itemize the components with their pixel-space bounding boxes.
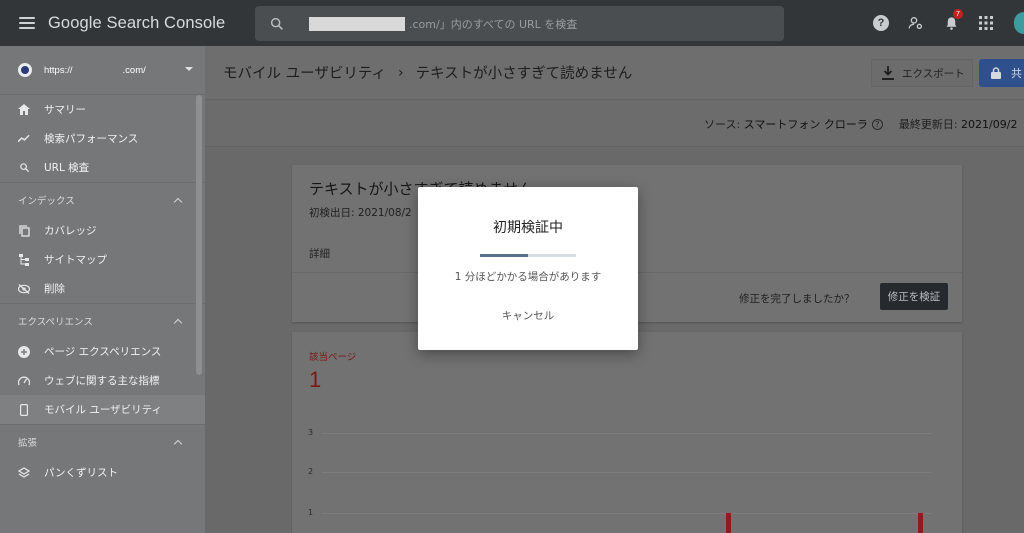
page-header: モバイル ユーザビリティ › テキストが小さすぎて読めません エクスポート 共 bbox=[205, 46, 1024, 100]
menu-icon[interactable] bbox=[19, 17, 35, 29]
visibility-off-icon bbox=[18, 283, 30, 295]
download-icon bbox=[882, 66, 894, 80]
gridline bbox=[322, 433, 932, 434]
app-title[interactable]: Google Search Console bbox=[48, 14, 225, 33]
sidebar-item-mobile-usability[interactable]: モバイル ユーザビリティ bbox=[0, 395, 205, 424]
property-icon bbox=[18, 63, 32, 77]
manage-accounts-icon[interactable] bbox=[906, 13, 926, 33]
layers-icon bbox=[18, 466, 30, 479]
redacted-domain bbox=[309, 16, 405, 31]
search-input-text[interactable]: .com/」内のすべての URL を検査 bbox=[409, 16, 577, 32]
chart-bar[interactable] bbox=[918, 513, 923, 533]
breadcrumb: モバイル ユーザビリティ › テキストが小さすぎて読めません bbox=[223, 62, 632, 83]
source-info: ソース: スマートフォン クローラ ? 最終更新日: 2021/09/2 bbox=[704, 117, 1018, 132]
notification-badge: 7 bbox=[953, 9, 963, 19]
chevron-up-icon bbox=[173, 439, 183, 448]
sidebar-item-breadcrumbs[interactable]: パンくずリスト bbox=[0, 458, 205, 487]
sidebar-item-performance[interactable]: 検索パフォーマンス bbox=[0, 124, 205, 153]
help-icon[interactable]: ? bbox=[871, 13, 891, 33]
sitemap-icon bbox=[18, 253, 30, 266]
affected-pages-label: 該当ページ bbox=[309, 352, 357, 363]
first-detected: 初検出日: 2021/08/2 bbox=[309, 207, 412, 219]
copy-icon bbox=[18, 224, 30, 237]
search-icon bbox=[270, 17, 283, 30]
cancel-button[interactable]: キャンセル bbox=[418, 308, 638, 323]
add-circle-icon bbox=[18, 345, 30, 358]
avatar[interactable] bbox=[1014, 12, 1024, 34]
chevron-right-icon: › bbox=[397, 64, 404, 81]
page-title: テキストが小さすぎて読めません bbox=[415, 66, 633, 82]
sidebar-item-sitemaps[interactable]: サイトマップ bbox=[0, 245, 205, 274]
search-icon bbox=[18, 162, 30, 174]
section-index[interactable]: インデックス bbox=[0, 182, 205, 216]
validate-question: 修正を完了しましたか？ bbox=[739, 293, 855, 305]
progress-bar bbox=[480, 254, 576, 257]
sidebar: https://.com/ サマリー 検索パフォーマンス URL 検査 インデッ… bbox=[0, 46, 205, 533]
gridline bbox=[322, 472, 932, 473]
gridline bbox=[322, 513, 932, 514]
validation-dialog: 初期検証中 1 分ほどかかる場合があります キャンセル bbox=[418, 187, 638, 350]
progress-fill bbox=[480, 254, 528, 257]
sidebar-item-coverage[interactable]: カバレッジ bbox=[0, 216, 205, 245]
source-bar: ソース: スマートフォン クローラ ? 最終更新日: 2021/09/2 bbox=[205, 101, 1024, 147]
sidebar-item-removals[interactable]: 削除 bbox=[0, 274, 205, 303]
y-tick: 2 bbox=[308, 467, 314, 476]
dialog-note: 1 分ほどかかる場合があります bbox=[454, 271, 602, 283]
bell-icon[interactable]: 7 bbox=[941, 9, 963, 33]
breadcrumb-parent[interactable]: モバイル ユーザビリティ bbox=[223, 62, 386, 83]
y-tick: 3 bbox=[308, 428, 314, 437]
share-button[interactable]: 共 bbox=[979, 59, 1024, 87]
caret-down-icon bbox=[185, 67, 193, 71]
details-label: 詳細 bbox=[309, 248, 330, 260]
sidebar-item-summary[interactable]: サマリー bbox=[0, 95, 205, 124]
dialog-title: 初期検証中 bbox=[493, 220, 563, 236]
top-app-bar: Google Search Console .com/」内のすべての URL を… bbox=[0, 0, 1024, 46]
home-icon bbox=[18, 104, 30, 116]
sidebar-item-page-experience[interactable]: ページ エクスペリエンス bbox=[0, 337, 205, 366]
export-button[interactable]: エクスポート bbox=[871, 59, 973, 87]
affected-pages-count: 1 bbox=[309, 367, 322, 392]
chevron-up-icon bbox=[173, 318, 183, 327]
lock-icon bbox=[991, 67, 1001, 79]
sidebar-scrollbar[interactable] bbox=[196, 95, 202, 375]
help-icon[interactable]: ? bbox=[871, 118, 883, 130]
chevron-up-icon bbox=[173, 197, 183, 206]
property-url: https://.com/ bbox=[44, 64, 146, 76]
sidebar-item-core-web-vitals[interactable]: ウェブに関する主な指標 bbox=[0, 366, 205, 395]
affected-pages-card: 該当ページ 1 3 2 1 bbox=[292, 332, 962, 533]
y-tick: 1 bbox=[308, 508, 314, 517]
section-enhancements[interactable]: 拡張 bbox=[0, 424, 205, 458]
apps-icon[interactable] bbox=[976, 13, 996, 33]
smartphone-icon bbox=[18, 403, 30, 416]
sidebar-item-url-inspect[interactable]: URL 検査 bbox=[0, 153, 205, 182]
property-selector[interactable]: https://.com/ bbox=[0, 46, 205, 95]
chart-bar[interactable] bbox=[726, 513, 731, 533]
trending-icon bbox=[18, 133, 30, 145]
section-experience[interactable]: エクスペリエンス bbox=[0, 303, 205, 337]
validate-fix-button[interactable]: 修正を検証 bbox=[880, 283, 948, 310]
url-inspect-search[interactable]: .com/」内のすべての URL を検査 bbox=[255, 6, 784, 41]
speed-icon bbox=[18, 375, 30, 387]
